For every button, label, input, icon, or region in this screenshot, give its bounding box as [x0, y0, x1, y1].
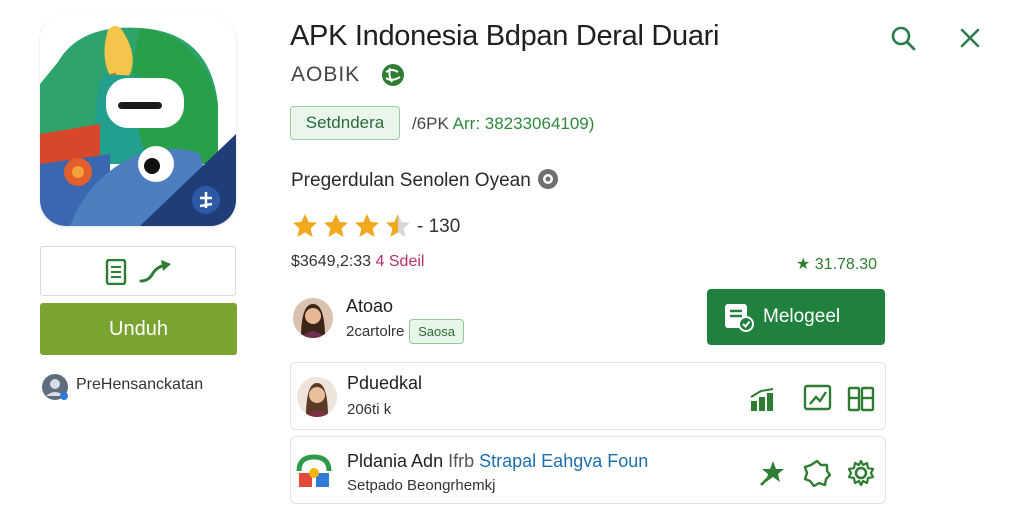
package-prefix: /6PK — [412, 114, 449, 133]
download-stats: $3649,2:33 4 Sdeil — [291, 253, 424, 271]
document-badge-icon — [722, 300, 756, 334]
star-pin-icon[interactable] — [757, 459, 785, 487]
rating-count: - 130 — [417, 216, 461, 237]
verified-icon — [536, 167, 560, 191]
edit-chart-icon[interactable] — [803, 383, 832, 411]
close-icon[interactable] — [956, 24, 984, 52]
share-arrow-icon[interactable] — [139, 259, 173, 285]
package-value: Arr: 38233064109) — [452, 114, 595, 133]
search-icon[interactable] — [889, 24, 917, 52]
reviewer-link[interactable]: Strapal Eahgva Foun — [479, 451, 648, 471]
app-title: APK Indonesia Bdpan Deral Duari — [290, 20, 720, 52]
google-grid-icon — [295, 453, 333, 491]
download-button[interactable]: Unduh — [40, 303, 237, 355]
app-subtitle: Pregerdulan Senolen Oyean — [291, 170, 531, 191]
reviewer-name-line: Pldania Adn Ifrb Strapal Eahgva Foun — [347, 451, 648, 472]
reviewer-name[interactable]: Pduedkal — [347, 373, 422, 394]
reviewer-name[interactable]: Atoao — [346, 296, 393, 317]
gear-icon[interactable] — [847, 459, 875, 487]
device-icon[interactable] — [105, 258, 127, 286]
category-chip[interactable]: Setdndera — [290, 106, 400, 140]
app-icon — [40, 14, 236, 226]
rating-stars — [291, 212, 417, 240]
price-label: ★ 31.78.30 — [796, 256, 878, 273]
review-tag[interactable]: Saosa — [409, 319, 464, 344]
reviewer-meta: 206ti k — [347, 401, 392, 418]
chart-bars-icon[interactable] — [749, 385, 777, 413]
review-row[interactable]: Pldania Adn Ifrb Strapal Eahgva Foun Set… — [290, 436, 886, 504]
avatar — [297, 377, 337, 417]
stat-highlight: 4 Sdeil — [375, 253, 425, 270]
promo-text[interactable]: PreHensanckatan — [76, 376, 203, 394]
reviewer-suffix: Ifrb — [448, 451, 475, 471]
promo-avatar-icon — [40, 372, 70, 402]
review-row[interactable]: Pduedkal 206ti k — [290, 362, 886, 430]
table-icon[interactable] — [847, 385, 875, 413]
star-rating-icon — [293, 214, 410, 237]
avatar — [293, 298, 333, 338]
reviewer-meta: Setpado Beongrhemkj — [347, 477, 496, 494]
developer-name[interactable]: AOBIK — [291, 63, 360, 87]
stat-value: $3649,2:33 — [291, 253, 372, 270]
app-logo-icon — [40, 14, 236, 226]
globe-badge-icon — [380, 62, 406, 88]
reviewer-meta: 2cartolre — [346, 323, 405, 340]
package-id: /6PK Arr: 38233064109) — [412, 114, 594, 134]
reviewer-name[interactable]: Pldania Adn — [347, 451, 443, 471]
device-actions-box — [40, 246, 236, 296]
badge-outline-icon[interactable] — [803, 459, 832, 488]
